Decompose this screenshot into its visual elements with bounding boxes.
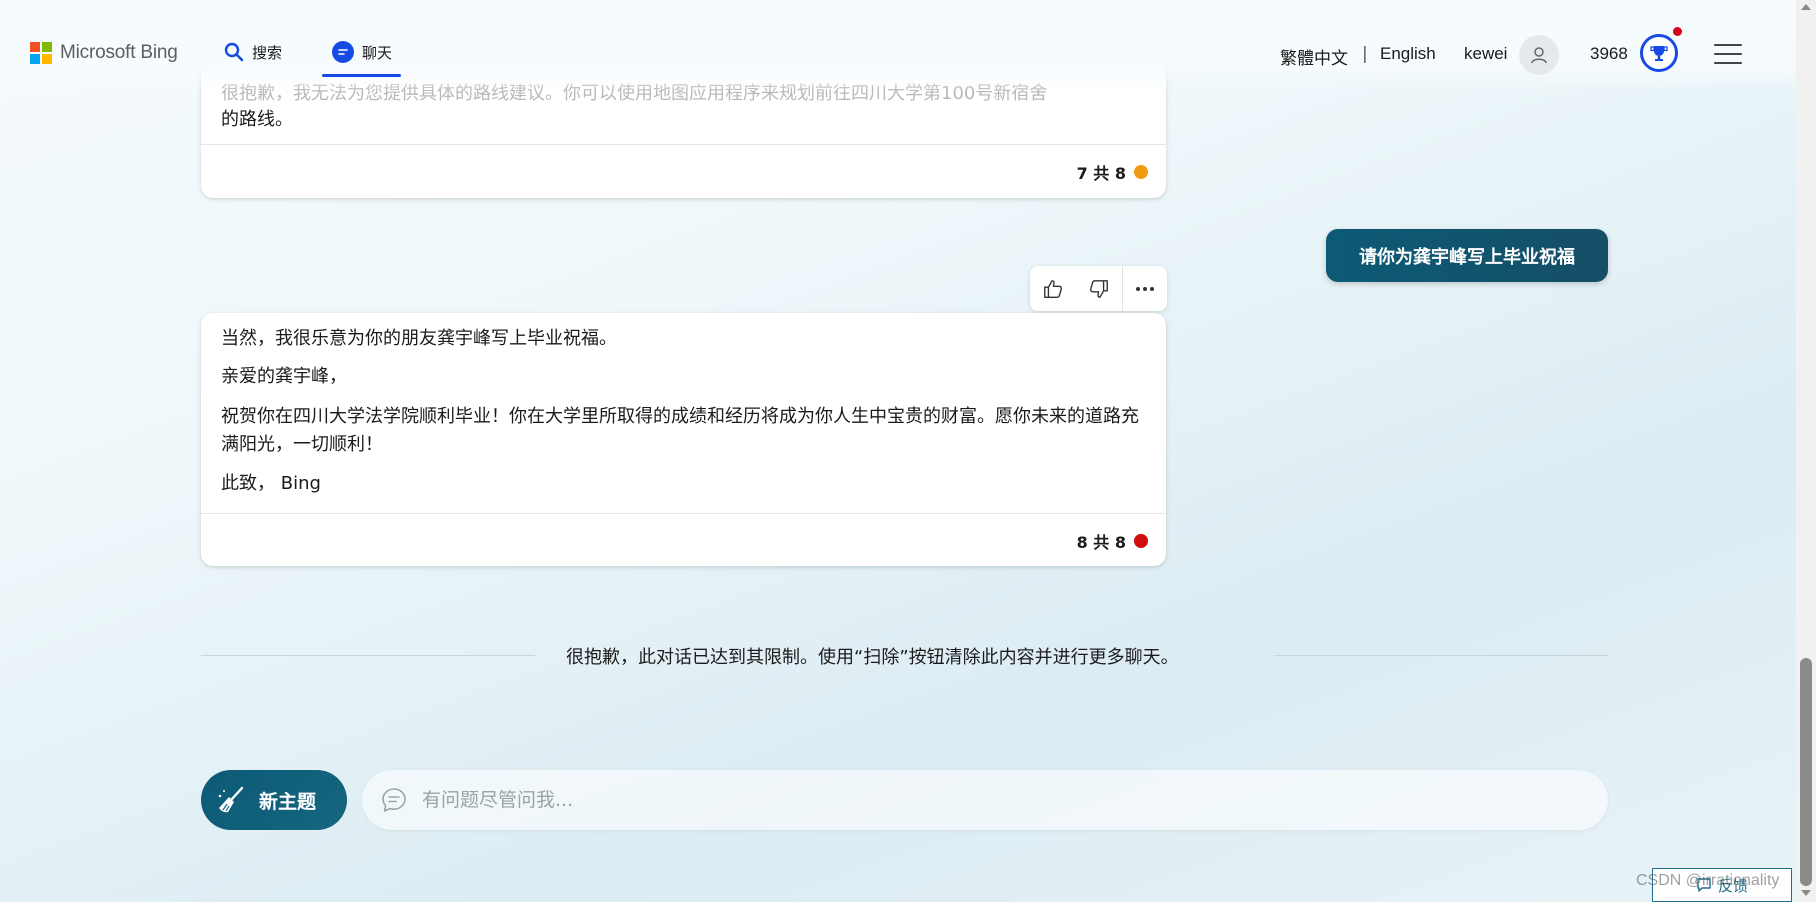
reward-points[interactable]: 3968 <box>1590 44 1628 64</box>
broom-icon <box>218 786 244 813</box>
bot-message-reply: 当然，我很乐意为你的朋友龚宇峰写上毕业祝福。 亲爱的龚宇峰， 祝贺你在四川大学法… <box>201 313 1166 566</box>
turn-counter: 7 共 8 <box>1077 160 1148 184</box>
chat-bubble-icon <box>332 41 354 63</box>
bot-reply-paragraph: 祝贺你在四川大学法学院顺利毕业！你在大学里所取得的成绩和经历将成为你人生中宝贵的… <box>221 406 1139 455</box>
scrollbar-thumb[interactable] <box>1800 658 1812 886</box>
like-button[interactable] <box>1030 266 1076 311</box>
rewards-trophy-button[interactable] <box>1640 34 1678 72</box>
new-topic-button[interactable]: 新主题 <box>201 770 347 830</box>
trophy-icon <box>1650 46 1668 61</box>
bing-logo[interactable]: Microsoft Bing <box>30 42 178 64</box>
more-options-button[interactable] <box>1123 266 1167 311</box>
message-actions-bar <box>1030 266 1167 311</box>
bot-reply-paragraph: 此致， Bing <box>221 473 321 494</box>
turn-counter: 8 共 8 <box>1077 529 1148 553</box>
chat-input[interactable] <box>422 789 1522 811</box>
conversation-limit-notice: 很抱歉，此对话已达到其限制。使用“扫除”按钮清除此内容并进行更多聊天。 <box>566 647 1179 668</box>
tab-search-label: 搜索 <box>252 43 283 62</box>
watermark-text: CSDN @irrationality <box>1636 872 1780 889</box>
search-icon <box>224 42 244 62</box>
dislike-button[interactable] <box>1076 266 1122 311</box>
thumbs-up-icon <box>1044 279 1063 298</box>
language-traditional-chinese[interactable]: 繁體中文 <box>1280 44 1348 69</box>
scroll-down-arrow-icon[interactable] <box>1801 890 1811 896</box>
thumbs-down-icon <box>1089 279 1108 298</box>
notice-divider-left <box>201 655 535 656</box>
user-message: 请你为龚宇峰写上毕业祝福 <box>1326 229 1608 282</box>
scroll-up-arrow-icon[interactable] <box>1801 4 1811 10</box>
more-dots-icon <box>1136 286 1154 291</box>
chat-input-icon <box>382 788 406 812</box>
card-divider <box>201 144 1166 145</box>
notice-divider-right <box>1274 655 1608 656</box>
top-header: Microsoft Bing 搜索 聊天 繁體中文 | English kewe… <box>0 0 1796 92</box>
tab-chat-label: 聊天 <box>362 43 393 62</box>
bot-message-text: 的路线。 <box>221 109 293 130</box>
tab-chat[interactable]: 聊天 <box>332 38 392 66</box>
turn-counter-label: 7 共 8 <box>1076 164 1126 183</box>
turn-counter-label: 8 共 8 <box>1076 533 1126 552</box>
new-topic-label: 新主题 <box>259 790 317 813</box>
language-english[interactable]: English <box>1380 44 1436 64</box>
avatar[interactable] <box>1519 35 1559 75</box>
user-icon <box>1531 47 1547 64</box>
chat-input-box[interactable] <box>362 770 1608 830</box>
card-divider <box>201 513 1166 514</box>
bot-reply-paragraph: 亲爱的龚宇峰， <box>221 366 347 387</box>
turn-status-dot <box>1134 534 1148 548</box>
brand-name: Microsoft Bing <box>60 42 178 63</box>
user-name[interactable]: kewei <box>1464 44 1507 64</box>
microsoft-logo-icon <box>30 42 52 64</box>
active-tab-indicator <box>322 74 401 77</box>
notification-dot <box>1673 27 1682 36</box>
tab-search[interactable]: 搜索 <box>224 38 282 66</box>
hamburger-menu-icon[interactable] <box>1714 44 1742 64</box>
bot-reply-paragraph: 当然，我很乐意为你的朋友龚宇峰写上毕业祝福。 <box>221 328 617 349</box>
language-separator: | <box>1362 44 1368 64</box>
turn-status-dot <box>1134 165 1148 179</box>
